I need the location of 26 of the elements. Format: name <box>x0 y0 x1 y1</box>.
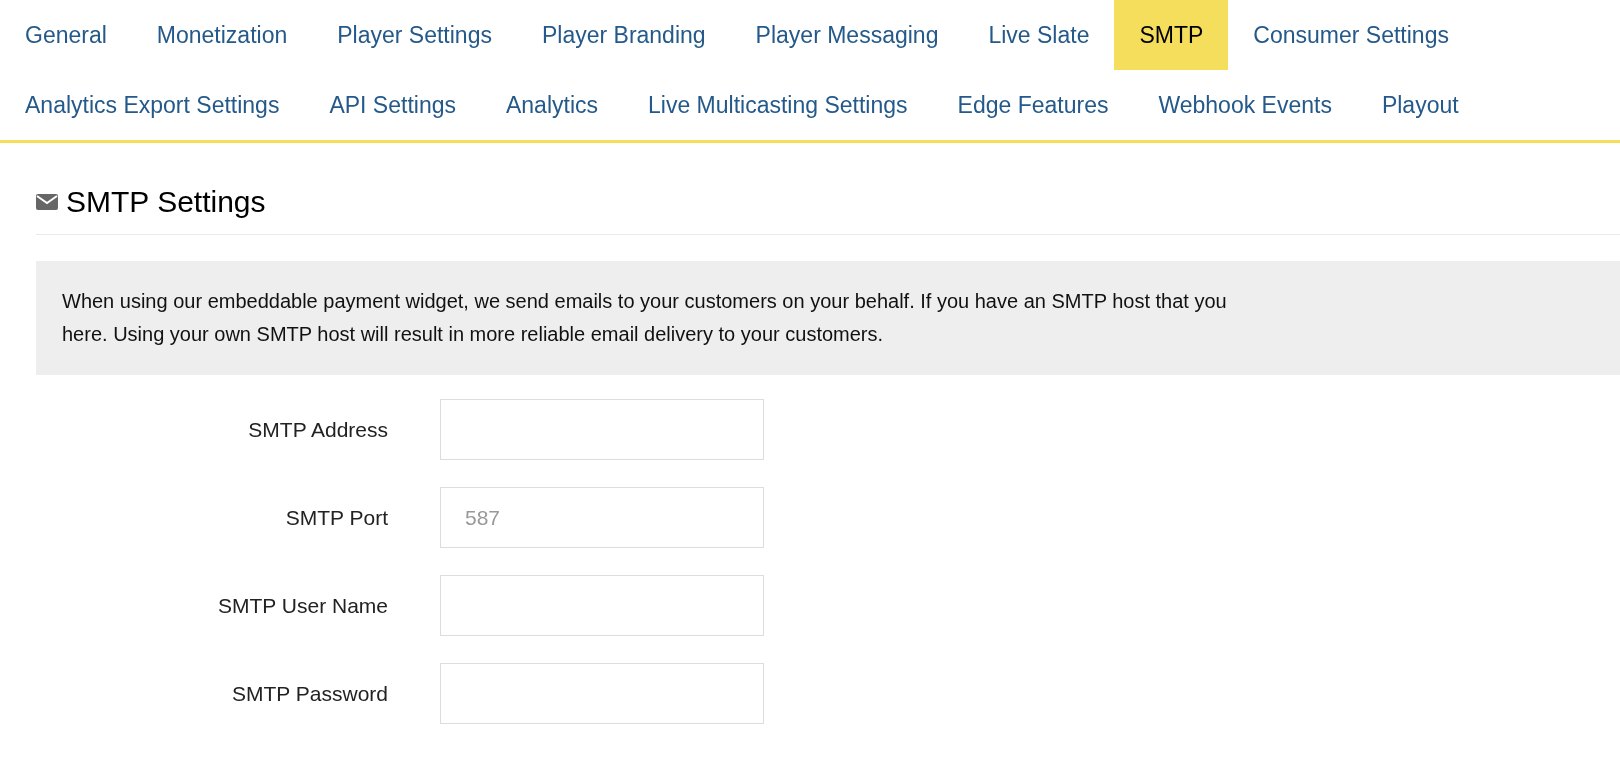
text-field[interactable] <box>440 575 764 636</box>
field-label: SMTP Address <box>247 416 388 443</box>
settings-tab[interactable]: Live Multicasting Settings <box>623 70 933 140</box>
settings-tab[interactable]: General <box>0 0 132 70</box>
text-field[interactable]: 587 <box>440 487 764 548</box>
settings-tab[interactable]: Player Messaging <box>730 0 964 70</box>
settings-tab[interactable]: Analytics <box>481 70 624 140</box>
settings-tab[interactable]: Monetization <box>131 0 313 70</box>
field-label: SMTP Password <box>231 680 388 707</box>
settings-tab[interactable]: Edge Features <box>932 70 1134 140</box>
settings-tab[interactable]: Webhook Events <box>1133 70 1357 140</box>
settings-tab[interactable]: Analytics Export Settings <box>0 70 305 140</box>
settings-tab[interactable]: Live Slate <box>963 0 1115 70</box>
settings-tab[interactable]: Player Settings <box>312 0 517 70</box>
section-title: SMTP Settings <box>66 184 266 220</box>
text-field[interactable] <box>440 399 764 460</box>
settings-tab[interactable]: Player Branding <box>516 0 731 70</box>
text-field[interactable] <box>440 663 764 724</box>
settings-tab[interactable]: API Settings <box>304 70 481 140</box>
field-label: SMTP User Name <box>217 592 388 619</box>
field-label: SMTP Port <box>284 504 388 531</box>
settings-tab[interactable]: Consumer Settings <box>1228 0 1474 70</box>
settings-tab[interactable]: Playout <box>1356 70 1484 140</box>
settings-tab[interactable]: SMTP <box>1114 0 1229 70</box>
notice-text: When using our embeddable payment widget, we send emails to your customers on your behalf. If you have an SMTP host that you here. Using your own SMTP host will result in more reliable email delivery to your customers. <box>62 289 1228 347</box>
envelope-icon <box>36 193 58 210</box>
